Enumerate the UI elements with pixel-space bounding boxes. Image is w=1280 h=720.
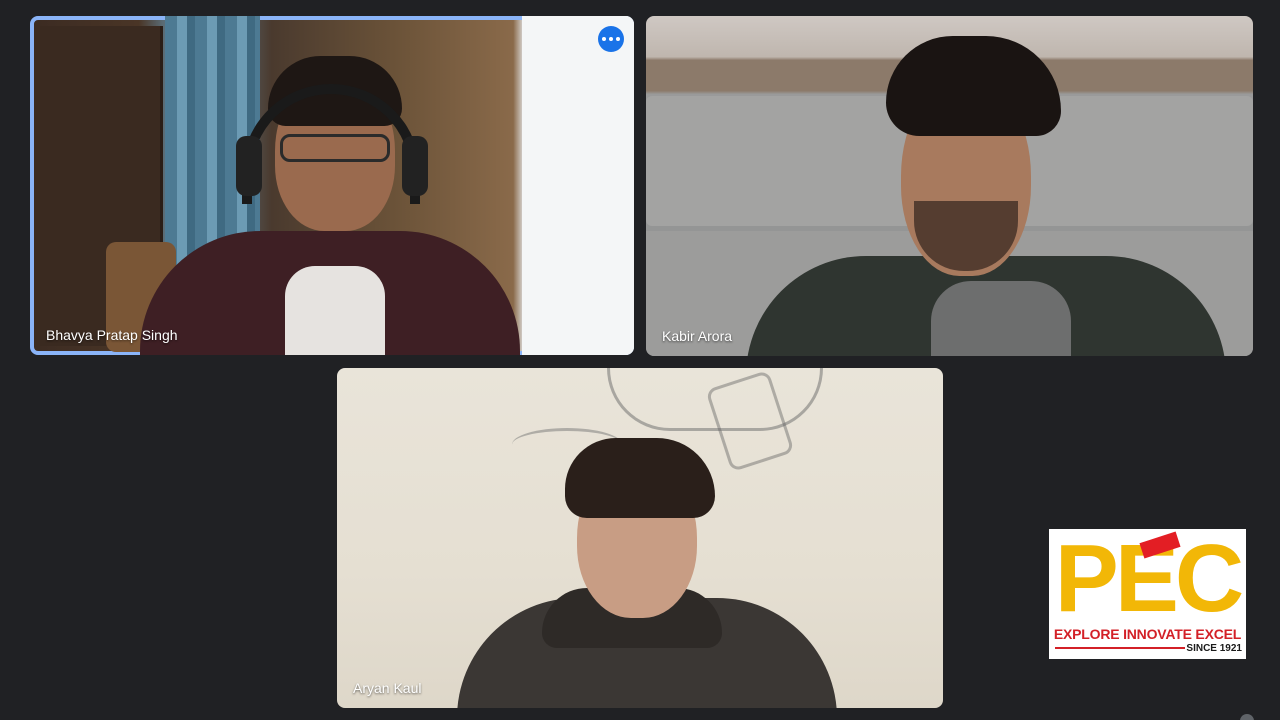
headset-cup-left (236, 136, 262, 196)
participant-name-label: Aryan Kaul (353, 680, 422, 696)
participant-hair (886, 36, 1061, 136)
logo-rule (1055, 647, 1185, 649)
participant-hair (565, 438, 715, 518)
headset-cup-right (402, 136, 428, 196)
video-tile-aryan-kaul[interactable]: Aryan Kaul (337, 368, 943, 708)
participant-name-label: Bhavya Pratap Singh (46, 327, 178, 343)
corner-indicator (1240, 714, 1254, 720)
background-window (522, 16, 634, 355)
more-horizontal-icon-dot (609, 37, 613, 41)
video-tile-bhavya-pratap-singh[interactable]: Bhavya Pratap Singh (30, 16, 634, 355)
video-tile-kabir-arora[interactable]: Kabir Arora (646, 16, 1253, 356)
more-options-button[interactable] (598, 26, 624, 52)
glasses (280, 134, 390, 162)
pec-logo: PEC EXPLORE INNOVATE EXCEL SINCE 1921 (1049, 529, 1246, 659)
meeting-stage: Bhavya Pratap Singh Kabir Arora Aryan Ka… (0, 0, 1280, 720)
participant-shirt (285, 266, 385, 355)
participant-shirt (931, 281, 1071, 356)
logo-since: SINCE 1921 (1186, 643, 1242, 654)
more-horizontal-icon-dot (616, 37, 620, 41)
logo-tagline: EXPLORE INNOVATE EXCEL (1053, 626, 1242, 642)
participant-name-label: Kabir Arora (662, 328, 733, 344)
more-horizontal-icon (602, 37, 606, 41)
